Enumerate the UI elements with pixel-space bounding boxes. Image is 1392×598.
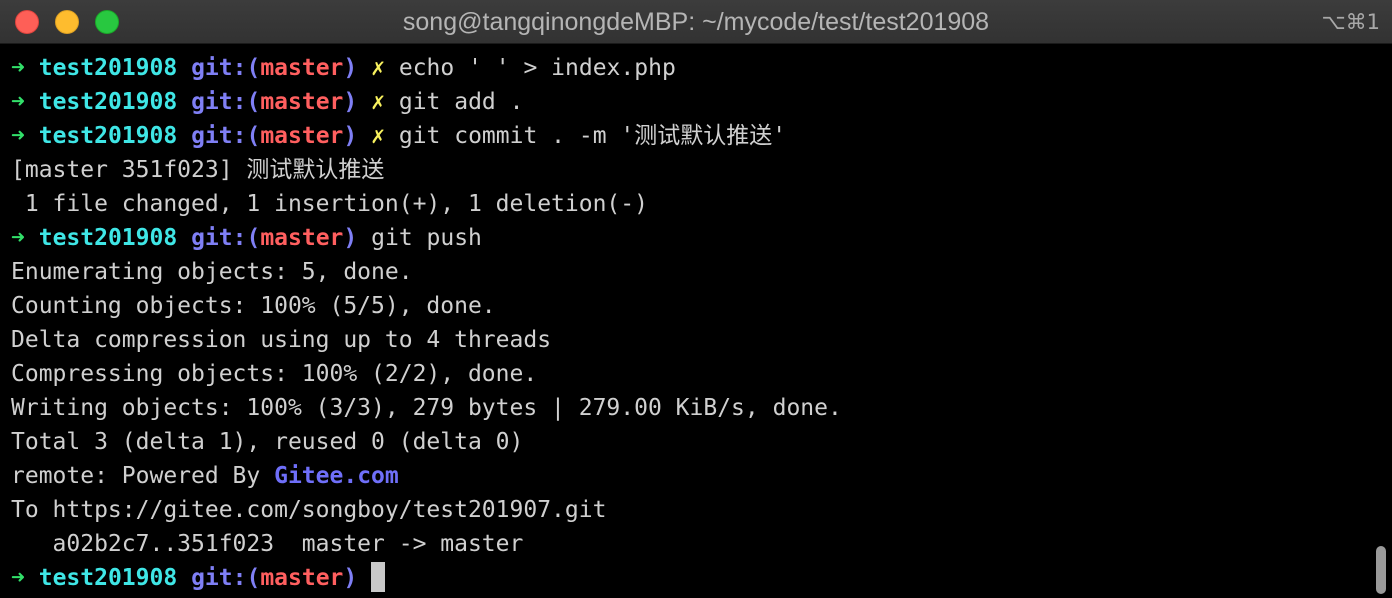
prompt-directory: test201908	[38, 225, 178, 251]
output-text: Counting objects: 100% (5/5), done.	[11, 293, 496, 319]
prompt-git-prefix: git:(	[191, 89, 261, 115]
output-line: To https://gitee.com/songboy/test201907.…	[11, 493, 1362, 527]
text-cursor[interactable]	[371, 561, 386, 592]
scrollbar-thumb[interactable]	[1376, 546, 1386, 594]
dirty-mark-icon: ✗	[371, 123, 385, 149]
tab-shortcut-label: ⌥⌘1	[1321, 10, 1380, 34]
command-text: git commit . -m '测试默认推送'	[398, 123, 787, 149]
output-line: Total 3 (delta 1), reused 0 (delta 0)	[11, 425, 1362, 459]
title-bar[interactable]: song@tangqinongdeMBP: ~/mycode/test/test…	[0, 0, 1392, 44]
prompt-directory: test201908	[38, 565, 178, 591]
prompt-directory: test201908	[38, 55, 178, 81]
output-text: 1 file changed, 1 insertion(+), 1 deleti…	[11, 191, 648, 217]
prompt-git-suffix: )	[343, 89, 358, 115]
window-title: song@tangqinongdeMBP: ~/mycode/test/test…	[402, 8, 990, 36]
prompt-branch: master	[260, 565, 344, 591]
prompt-line: ➜ test201908 git:(master)	[11, 561, 1362, 595]
prompt-arrow-icon: ➜	[11, 55, 25, 81]
prompt-git-suffix: )	[343, 123, 358, 149]
prompt-git-suffix: )	[343, 565, 358, 591]
command-text: echo ' ' > index.php	[398, 55, 676, 81]
output-line: Enumerating objects: 5, done.	[11, 255, 1362, 289]
prompt-arrow-icon: ➜	[11, 123, 25, 149]
command-text: git add .	[398, 89, 524, 115]
output-text: Delta compression using up to 4 threads	[11, 327, 552, 353]
prompt-branch: master	[260, 89, 344, 115]
output-line: Compressing objects: 100% (2/2), done.	[11, 357, 1362, 391]
output-text: Total 3 (delta 1), reused 0 (delta 0)	[11, 429, 524, 455]
gitee-link[interactable]: Gitee.com	[274, 463, 399, 489]
output-text: [master 351f023] 测试默认推送	[11, 157, 385, 183]
prompt-branch: master	[260, 55, 344, 81]
output-line: Delta compression using up to 4 threads	[11, 323, 1362, 357]
output-text: remote: Powered By	[11, 463, 275, 489]
terminal-window: song@tangqinongdeMBP: ~/mycode/test/test…	[0, 0, 1392, 598]
output-text: Compressing objects: 100% (2/2), done.	[11, 361, 538, 387]
output-line: [master 351f023] 测试默认推送	[11, 153, 1362, 187]
output-line: Counting objects: 100% (5/5), done.	[11, 289, 1362, 323]
prompt-directory: test201908	[38, 89, 178, 115]
prompt-branch: master	[260, 123, 344, 149]
prompt-line: ➜ test201908 git:(master) ✗ git add .	[11, 85, 1362, 119]
prompt-line: ➜ test201908 git:(master) git push	[11, 221, 1362, 255]
dirty-mark-icon: ✗	[371, 55, 385, 81]
prompt-arrow-icon: ➜	[11, 89, 25, 115]
output-text: Writing objects: 100% (3/3), 279 bytes |…	[11, 395, 842, 421]
output-text: Enumerating objects: 5, done.	[11, 259, 413, 285]
prompt-directory: test201908	[38, 123, 178, 149]
prompt-git-suffix: )	[343, 225, 358, 251]
prompt-line: ➜ test201908 git:(master) ✗ echo ' ' > i…	[11, 51, 1362, 85]
prompt-git-prefix: git:(	[191, 123, 261, 149]
output-line: Writing objects: 100% (3/3), 279 bytes |…	[11, 391, 1362, 425]
prompt-arrow-icon: ➜	[11, 565, 25, 591]
terminal-output[interactable]: ➜ test201908 git:(master) ✗ echo ' ' > i…	[11, 51, 1362, 595]
output-line: 1 file changed, 1 insertion(+), 1 deleti…	[11, 187, 1362, 221]
prompt-git-prefix: git:(	[191, 565, 261, 591]
output-text: To https://gitee.com/songboy/test201907.…	[11, 497, 607, 523]
output-line: a02b2c7..351f023 master -> master	[11, 527, 1362, 561]
prompt-line: ➜ test201908 git:(master) ✗ git commit .…	[11, 119, 1362, 153]
output-text: a02b2c7..351f023 master -> master	[11, 531, 524, 557]
prompt-branch: master	[260, 225, 344, 251]
prompt-git-suffix: )	[343, 55, 358, 81]
output-line: remote: Powered By Gitee.com	[11, 459, 1362, 493]
prompt-git-prefix: git:(	[191, 225, 261, 251]
dirty-mark-icon: ✗	[371, 89, 385, 115]
command-text: git push	[371, 225, 482, 251]
prompt-git-prefix: git:(	[191, 55, 261, 81]
prompt-arrow-icon: ➜	[11, 225, 25, 251]
